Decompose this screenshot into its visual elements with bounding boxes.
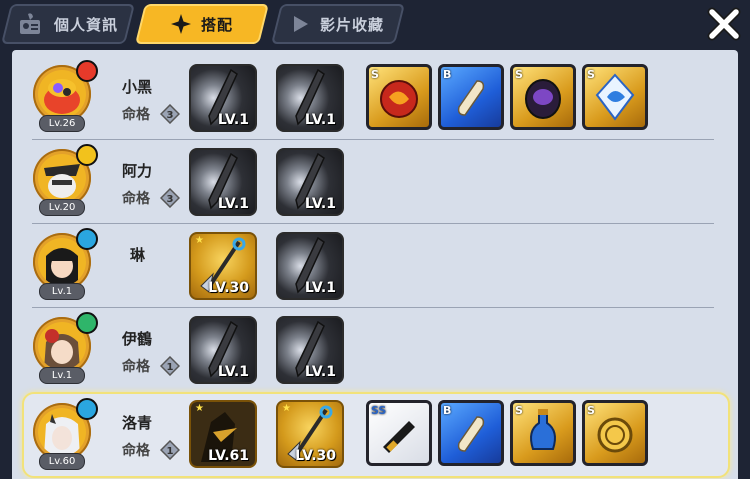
character-level: Lv.1 xyxy=(39,367,85,384)
star-icon: ★ xyxy=(282,403,291,414)
fate-rank-badge-icon: 1 xyxy=(160,440,180,460)
item-slot[interactable]: S xyxy=(582,64,648,130)
character-row[interactable]: Lv.1 琳 ★ LV.30 LV.1 xyxy=(12,224,738,308)
character-level: Lv.26 xyxy=(39,115,85,132)
item-slot[interactable]: S xyxy=(510,64,576,130)
weapon-slot[interactable]: LV.1 xyxy=(189,316,257,384)
character-row[interactable]: Lv.20 阿力 命格 3 LV.1 LV.1 xyxy=(12,140,738,224)
character-avatar[interactable]: Lv.60 xyxy=(30,398,98,470)
weapon-level: LV.1 xyxy=(304,112,336,128)
tab-loadout-label: 搭配 xyxy=(200,15,233,34)
weapon-slot[interactable]: ★ LV.30 xyxy=(276,400,344,468)
fate-label: 命格 xyxy=(122,443,150,459)
play-icon xyxy=(293,16,308,32)
star-icon: ★ xyxy=(195,403,204,414)
weapon-level: LV.30 xyxy=(208,280,249,296)
character-level: Lv.60 xyxy=(39,453,85,470)
close-x-icon[interactable] xyxy=(706,6,742,42)
weapon-level: LV.1 xyxy=(304,280,336,296)
character-name: 伊鶴 xyxy=(122,330,153,348)
item-grade: B xyxy=(443,68,452,81)
item-grade: S xyxy=(587,404,595,417)
item-grade: S xyxy=(515,404,523,417)
weapon-slot[interactable]: LV.1 xyxy=(189,148,257,216)
wind-element-icon xyxy=(76,312,98,334)
weapon-level: LV.1 xyxy=(217,112,249,128)
fate-label: 命格 xyxy=(122,359,150,375)
weapon-slot[interactable]: LV.1 xyxy=(276,64,344,132)
character-avatar[interactable]: Lv.26 xyxy=(30,60,98,132)
loadout-list-panel: Lv.26 小黑 命格 3 LV.1 LV.1 S B S S Lv.20 阿力… xyxy=(12,50,738,479)
water-element-icon xyxy=(76,228,98,250)
water-element-icon xyxy=(76,398,98,420)
item-slot[interactable]: S xyxy=(582,400,648,466)
svg-text:1: 1 xyxy=(167,446,174,457)
weapon-level: LV.30 xyxy=(295,448,336,464)
tab-profile[interactable]: 個人資訊 xyxy=(1,4,135,44)
weapon-slot[interactable]: LV.1 xyxy=(276,316,344,384)
fate-rank-badge-icon: 3 xyxy=(160,104,180,124)
fire-element-icon xyxy=(76,60,98,82)
character-level: Lv.20 xyxy=(39,199,85,216)
weapon-level: LV.1 xyxy=(304,364,336,380)
weapon-slot[interactable]: ★ LV.61 xyxy=(189,400,257,468)
tab-video-collection[interactable]: 影片收藏 xyxy=(271,4,405,44)
character-row[interactable]: Lv.26 小黑 命格 3 LV.1 LV.1 S B S S xyxy=(12,56,738,140)
star-icon: ★ xyxy=(195,235,204,246)
svg-text:3: 3 xyxy=(167,110,174,121)
tab-video-label: 影片收藏 xyxy=(319,15,384,34)
item-grade: S xyxy=(515,68,523,81)
weapon-slot[interactable]: LV.1 xyxy=(276,232,344,300)
character-row[interactable]: Lv.1 伊鶴 命格 1 LV.1 LV.1 xyxy=(12,308,738,392)
weapon-slot[interactable]: LV.1 xyxy=(276,148,344,216)
top-tab-bar: 個人資訊 搭配 影片收藏 xyxy=(0,0,750,50)
weapon-level: LV.1 xyxy=(217,196,249,212)
svg-text:1: 1 xyxy=(167,362,174,373)
character-name: 洛青 xyxy=(122,414,153,432)
item-slot[interactable]: S xyxy=(510,400,576,466)
item-slot[interactable]: B xyxy=(438,64,504,130)
item-grade: S xyxy=(371,68,379,81)
svg-text:3: 3 xyxy=(167,194,174,205)
character-name: 小黑 xyxy=(122,78,153,96)
item-grade: SS xyxy=(371,404,387,417)
item-grade: S xyxy=(587,68,595,81)
character-level: Lv.1 xyxy=(39,283,85,300)
fate-label: 命格 xyxy=(122,191,150,207)
character-name: 阿力 xyxy=(122,162,153,180)
weapon-slot[interactable]: LV.1 xyxy=(189,64,257,132)
tab-profile-label: 個人資訊 xyxy=(53,15,118,34)
item-slot[interactable]: SS xyxy=(366,400,432,466)
fate-rank-badge-icon: 1 xyxy=(160,356,180,376)
weapon-slot[interactable]: ★ LV.30 xyxy=(189,232,257,300)
profile-card-icon xyxy=(19,13,40,34)
item-slot[interactable]: S xyxy=(366,64,432,130)
character-avatar[interactable]: Lv.1 xyxy=(30,228,98,300)
lightning-element-icon xyxy=(76,144,98,166)
character-row-selected[interactable]: Lv.60 洛青 命格 1 ★ LV.61 ★ LV.30 SS B S S xyxy=(22,392,730,478)
fate-label: 命格 xyxy=(122,107,150,123)
item-grade: B xyxy=(443,404,452,417)
tab-loadout[interactable]: 搭配 xyxy=(135,4,269,44)
character-name: 琳 xyxy=(130,246,146,264)
character-avatar[interactable]: Lv.1 xyxy=(30,312,98,384)
weapon-level: LV.61 xyxy=(208,448,249,464)
weapon-level: LV.1 xyxy=(304,196,336,212)
four-point-star-icon xyxy=(170,14,191,34)
weapon-level: LV.1 xyxy=(217,364,249,380)
item-slot[interactable]: B xyxy=(438,400,504,466)
character-avatar[interactable]: Lv.20 xyxy=(30,144,98,216)
fate-rank-badge-icon: 3 xyxy=(160,188,180,208)
